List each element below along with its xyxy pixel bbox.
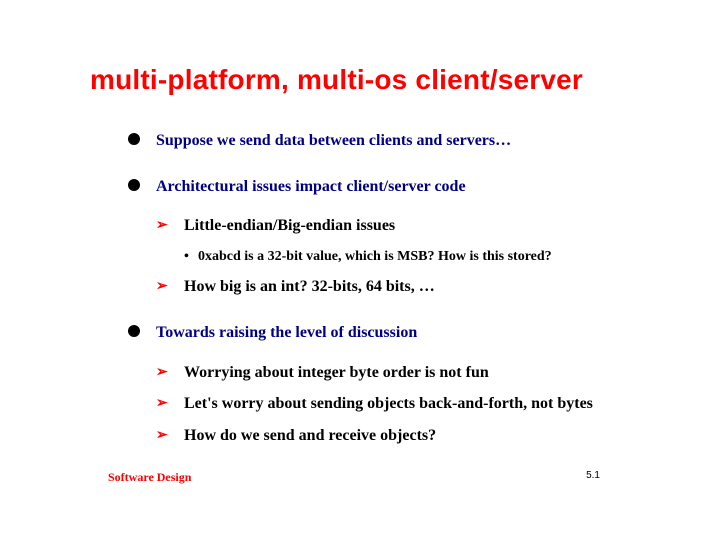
chevron-right-icon: ➢ <box>156 215 168 234</box>
bullet-level1: Towards raising the level of discussion <box>128 322 650 344</box>
bullet-text: 0xabcd is a 32-bit value, which is MSB? … <box>198 249 552 264</box>
bullet-level2: ➢ Let's worry about sending objects back… <box>156 393 650 415</box>
disc-icon <box>128 325 140 337</box>
disc-icon <box>128 179 140 191</box>
bullet-text: Suppose we send data between clients and… <box>156 132 511 149</box>
bullet-level1: Suppose we send data between clients and… <box>128 130 650 152</box>
bullet-level3: • 0xabcd is a 32-bit value, which is MSB… <box>184 247 650 267</box>
bullet-level2: ➢ Worrying about integer byte order is n… <box>156 362 650 384</box>
bullet-text: Let's worry about sending objects back-a… <box>184 395 593 412</box>
bullet-text: Architectural issues impact client/serve… <box>156 178 466 195</box>
bullet-text: How do we send and receive objects? <box>184 427 436 444</box>
disc-icon <box>128 133 140 145</box>
bullet-level2: ➢ Little-endian/Big-endian issues <box>156 215 650 237</box>
footer-left: Software Design <box>108 470 191 485</box>
chevron-right-icon: ➢ <box>156 276 168 295</box>
chevron-right-icon: ➢ <box>156 362 168 381</box>
slide: multi-platform, multi-os client/server S… <box>0 0 720 557</box>
slide-title: multi-platform, multi-os client/server <box>90 64 650 96</box>
chevron-right-icon: ➢ <box>156 425 168 444</box>
bullet-text: How big is an int? 32-bits, 64 bits, … <box>184 278 435 295</box>
bullet-text: Towards raising the level of discussion <box>156 324 417 341</box>
bullet-level1: Architectural issues impact client/serve… <box>128 176 650 198</box>
slide-content: Suppose we send data between clients and… <box>90 130 650 446</box>
bullet-text: Little-endian/Big-endian issues <box>184 217 395 234</box>
bullet-group: Suppose we send data between clients and… <box>128 130 650 152</box>
bullet-level2: ➢ How do we send and receive objects? <box>156 425 650 447</box>
bullet-level2: ➢ How big is an int? 32-bits, 64 bits, … <box>156 276 650 298</box>
bullet-text: Worrying about integer byte order is not… <box>184 364 489 381</box>
bullet-group: Towards raising the level of discussion … <box>128 322 650 446</box>
bullet-group: Architectural issues impact client/serve… <box>128 176 650 298</box>
slide-number: 5.1 <box>586 470 600 481</box>
dot-icon: • <box>184 247 189 267</box>
chevron-right-icon: ➢ <box>156 393 168 412</box>
